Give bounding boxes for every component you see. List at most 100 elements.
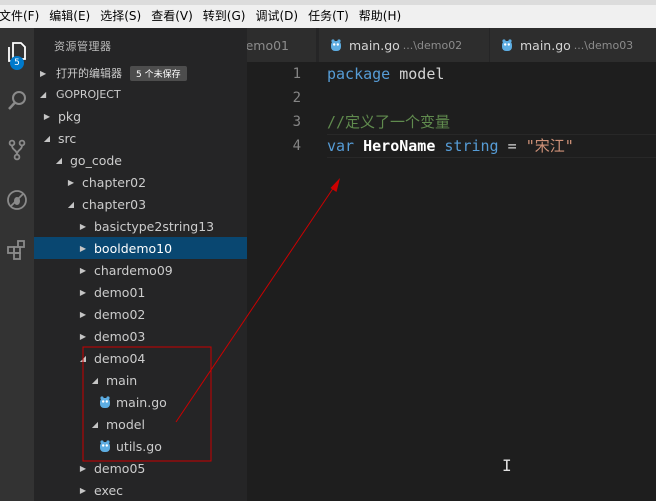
menu-bar: 文件(F) 编辑(E) 选择(S) 查看(V) 转到(G) 调试(D) 任务(T…	[0, 5, 656, 28]
tree-folder-item[interactable]: ◢ demo04	[34, 347, 247, 369]
tree-folder-item[interactable]: ▶ demo03	[34, 325, 247, 347]
code-line-3: //定义了一个变量	[327, 110, 450, 134]
tree-folder-item[interactable]: ◢ chapter03	[34, 193, 247, 215]
tree-file-item[interactable]: utils.go	[34, 435, 247, 457]
debug-button[interactable]	[0, 180, 34, 220]
code-line-1: package model	[327, 62, 444, 86]
keyword-var: var	[327, 137, 355, 155]
tree-folder-item[interactable]: ▶ exec	[34, 479, 247, 501]
chevron-right-icon: ▶	[79, 485, 87, 495]
menu-goto[interactable]: 转到(G)	[198, 5, 251, 28]
tab-demo03[interactable]: main.go ...\demo03	[490, 28, 656, 62]
menu-edit[interactable]: 编辑(E)	[44, 5, 95, 28]
tree-item-label: demo01	[94, 284, 146, 300]
menu-help[interactable]: 帮助(H)	[354, 5, 406, 28]
tree-item-label: exec	[94, 482, 124, 498]
tree-folder-item[interactable]: ▶ chardemo09	[34, 259, 247, 281]
tree-item-label: booldemo10	[94, 240, 173, 256]
tab-name: main.go	[349, 37, 400, 53]
line-number: 3	[292, 114, 301, 130]
tree-item-label: main	[106, 372, 138, 388]
search-button[interactable]	[0, 80, 34, 120]
open-editors-label: 打开的编辑器	[56, 67, 122, 80]
extensions-icon	[7, 240, 25, 260]
operator-equals: =	[498, 137, 526, 155]
tree-item-label: go_code	[70, 152, 122, 168]
tree-folder-item[interactable]: ▶ demo05	[34, 457, 247, 479]
tree-folder-item[interactable]: ▶ demo02	[34, 303, 247, 325]
chevron-right-icon: ▶	[79, 221, 87, 231]
debug-icon	[7, 190, 27, 210]
tree-item-label: chapter02	[82, 174, 147, 190]
tab-path: demo01	[247, 37, 289, 53]
tree-item-label: demo03	[94, 328, 146, 344]
tree-item-label: demo05	[94, 460, 146, 476]
explorer-button[interactable]: 5	[0, 32, 34, 72]
menu-debug[interactable]: 调试(D)	[250, 5, 303, 28]
menu-tasks[interactable]: 任务(T)	[303, 5, 354, 28]
tree-item-label: chapter03	[82, 196, 147, 212]
chevron-right-icon: ▶	[79, 243, 87, 253]
tree-folder-item[interactable]: ◢ model	[34, 413, 247, 435]
identifier-heroname: HeroName	[363, 137, 436, 155]
tree-item-label: chardemo09	[94, 262, 173, 278]
chevron-down-icon: ◢	[91, 419, 99, 429]
line-number: 2	[292, 90, 301, 106]
chevron-down-icon: ◢	[40, 89, 47, 99]
tab-bar: demo01 main.go ...\demo02 main.go ...\de…	[247, 28, 656, 62]
chevron-right-icon: ▶	[79, 331, 87, 341]
go-file-icon	[331, 39, 341, 51]
tree-folder-item[interactable]: ▶ booldemo10	[34, 237, 247, 259]
menu-selection[interactable]: 选择(S)	[95, 5, 146, 28]
go-file-icon	[100, 396, 110, 408]
project-label: GOPROJECT	[56, 87, 121, 101]
chevron-right-icon: ▶	[67, 177, 75, 187]
tree-file-item[interactable]: main.go	[34, 391, 247, 413]
tree-item-label: src	[58, 130, 77, 146]
line-number: 1	[292, 66, 301, 82]
chevron-down-icon: ◢	[55, 155, 63, 165]
tree-item-label: pkg	[58, 108, 82, 124]
tree-item-label: main.go	[116, 394, 167, 410]
tab-name: main.go	[520, 37, 571, 53]
tree-folder-item[interactable]: ◢ main	[34, 369, 247, 391]
go-file-icon	[502, 39, 512, 51]
tree-folder-item[interactable]: ▶ demo01	[34, 281, 247, 303]
text-cursor-icon: I	[502, 456, 512, 475]
tab-demo02[interactable]: main.go ...\demo02	[319, 28, 490, 62]
keyword-package: package	[327, 65, 391, 83]
type-string: string	[444, 137, 499, 155]
tree-folder-item[interactable]: ▶ chapter02	[34, 171, 247, 193]
menu-view[interactable]: 查看(V)	[146, 5, 198, 28]
sidebar-title: 资源管理器	[54, 40, 112, 53]
open-editors-header[interactable]: ▶ 打开的编辑器 5 个未保存	[34, 62, 247, 84]
menu-file[interactable]: 文件(F)	[0, 5, 44, 28]
go-file-icon	[100, 440, 110, 452]
source-control-button[interactable]	[0, 130, 34, 170]
code-editor[interactable]: 1 2 3 4 package model //定义了一个变量 var Hero…	[247, 62, 656, 501]
tree-item-label: basictype2string13	[94, 218, 215, 234]
unsaved-badge: 5 个未保存	[130, 65, 187, 81]
tree-folder-item[interactable]: ▶ pkg	[34, 105, 247, 127]
tab-path: ...\demo02	[402, 38, 463, 52]
chevron-right-icon: ▶	[79, 309, 87, 319]
chevron-down-icon: ◢	[79, 353, 87, 363]
source-control-icon	[8, 139, 26, 161]
tab-path: ...\demo03	[573, 38, 634, 52]
line-number: 4	[292, 138, 301, 154]
string-literal: "宋江"	[525, 137, 574, 155]
project-header[interactable]: ◢ GOPROJECT	[34, 83, 247, 105]
chevron-down-icon: ◢	[43, 133, 51, 143]
code-line-4: var HeroName string = "宋江"	[327, 134, 574, 158]
extensions-button[interactable]	[0, 230, 34, 270]
chevron-right-icon: ▶	[79, 265, 87, 275]
tree-folder-item[interactable]: ▶ basictype2string13	[34, 215, 247, 237]
tree-folder-item[interactable]: ◢ src	[34, 127, 247, 149]
tree-item-label: model	[106, 416, 145, 432]
chevron-down-icon: ◢	[91, 375, 99, 385]
search-icon	[8, 91, 26, 110]
tree-item-label: demo02	[94, 306, 146, 322]
chevron-down-icon: ◢	[67, 199, 75, 209]
tree-folder-item[interactable]: ◢ go_code	[34, 149, 247, 171]
tab-demo01[interactable]: demo01	[247, 28, 317, 62]
